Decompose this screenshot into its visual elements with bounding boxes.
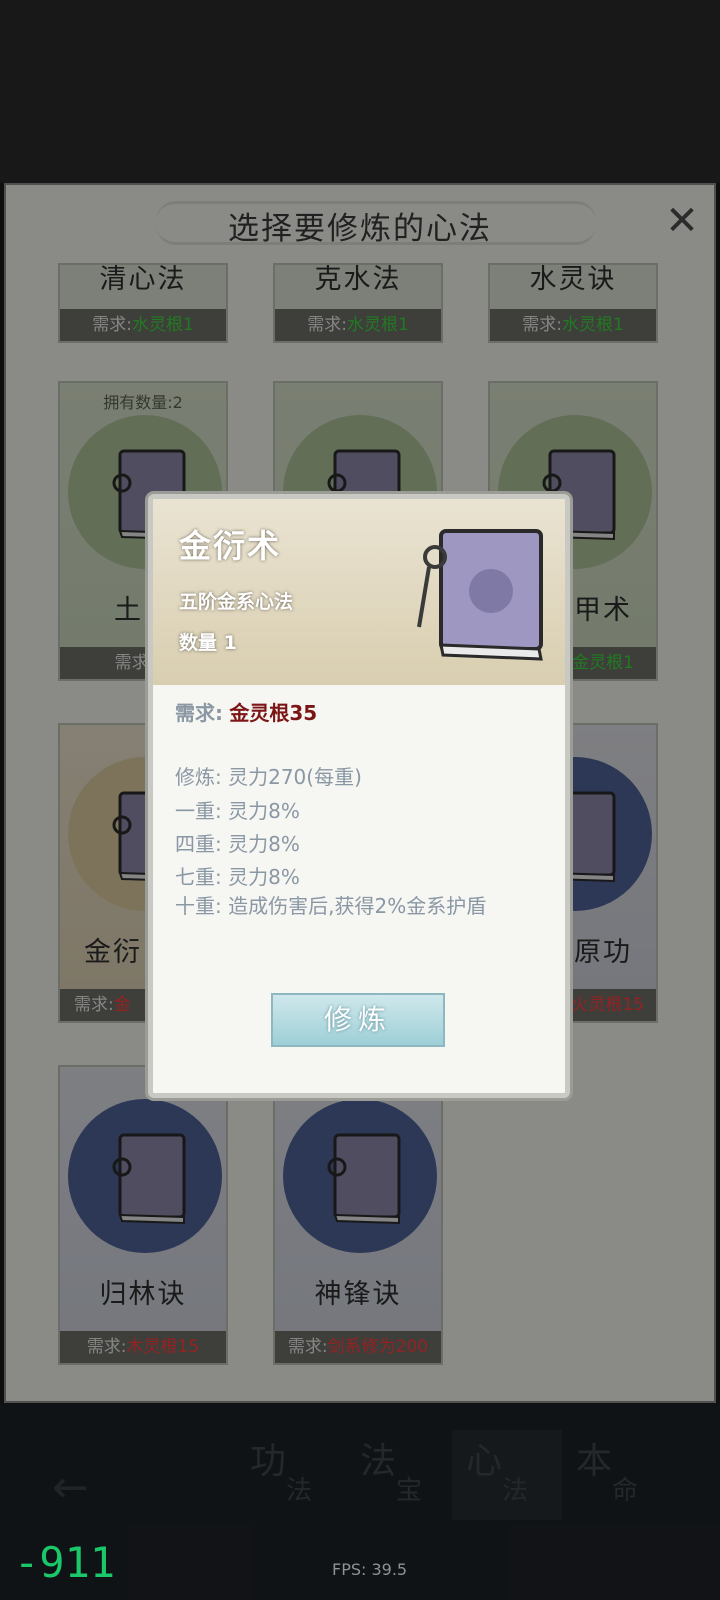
debug-counter: -911 xyxy=(14,1538,116,1587)
layer10-row: 十重: 造成伤害后,获得2%金系护盾 xyxy=(175,894,487,918)
technique-detail-dialog: 金衍术 五阶金系心法 数量 1 需求: 金灵根35 修炼: 灵力270(每重) … xyxy=(148,494,570,1098)
dialog-quantity: 数量 1 xyxy=(179,632,237,654)
dialog-title: 金衍术 xyxy=(179,527,282,565)
train-cost-row: 修炼: 灵力270(每重) xyxy=(175,765,362,789)
layer7-row: 七重: 灵力8% xyxy=(175,865,300,889)
requirement-row: 需求: 金灵根35 xyxy=(175,701,318,725)
layer4-row: 四重: 灵力8% xyxy=(175,832,300,856)
dialog-header: 金衍术 五阶金系心法 数量 1 xyxy=(153,499,565,685)
train-button[interactable]: 修炼 xyxy=(271,993,445,1047)
dialog-subtitle: 五阶金系心法 xyxy=(179,591,294,613)
book-icon xyxy=(417,529,543,661)
layer1-row: 一重: 灵力8% xyxy=(175,799,300,823)
fps-counter: FPS: 39.5 xyxy=(332,1560,408,1579)
